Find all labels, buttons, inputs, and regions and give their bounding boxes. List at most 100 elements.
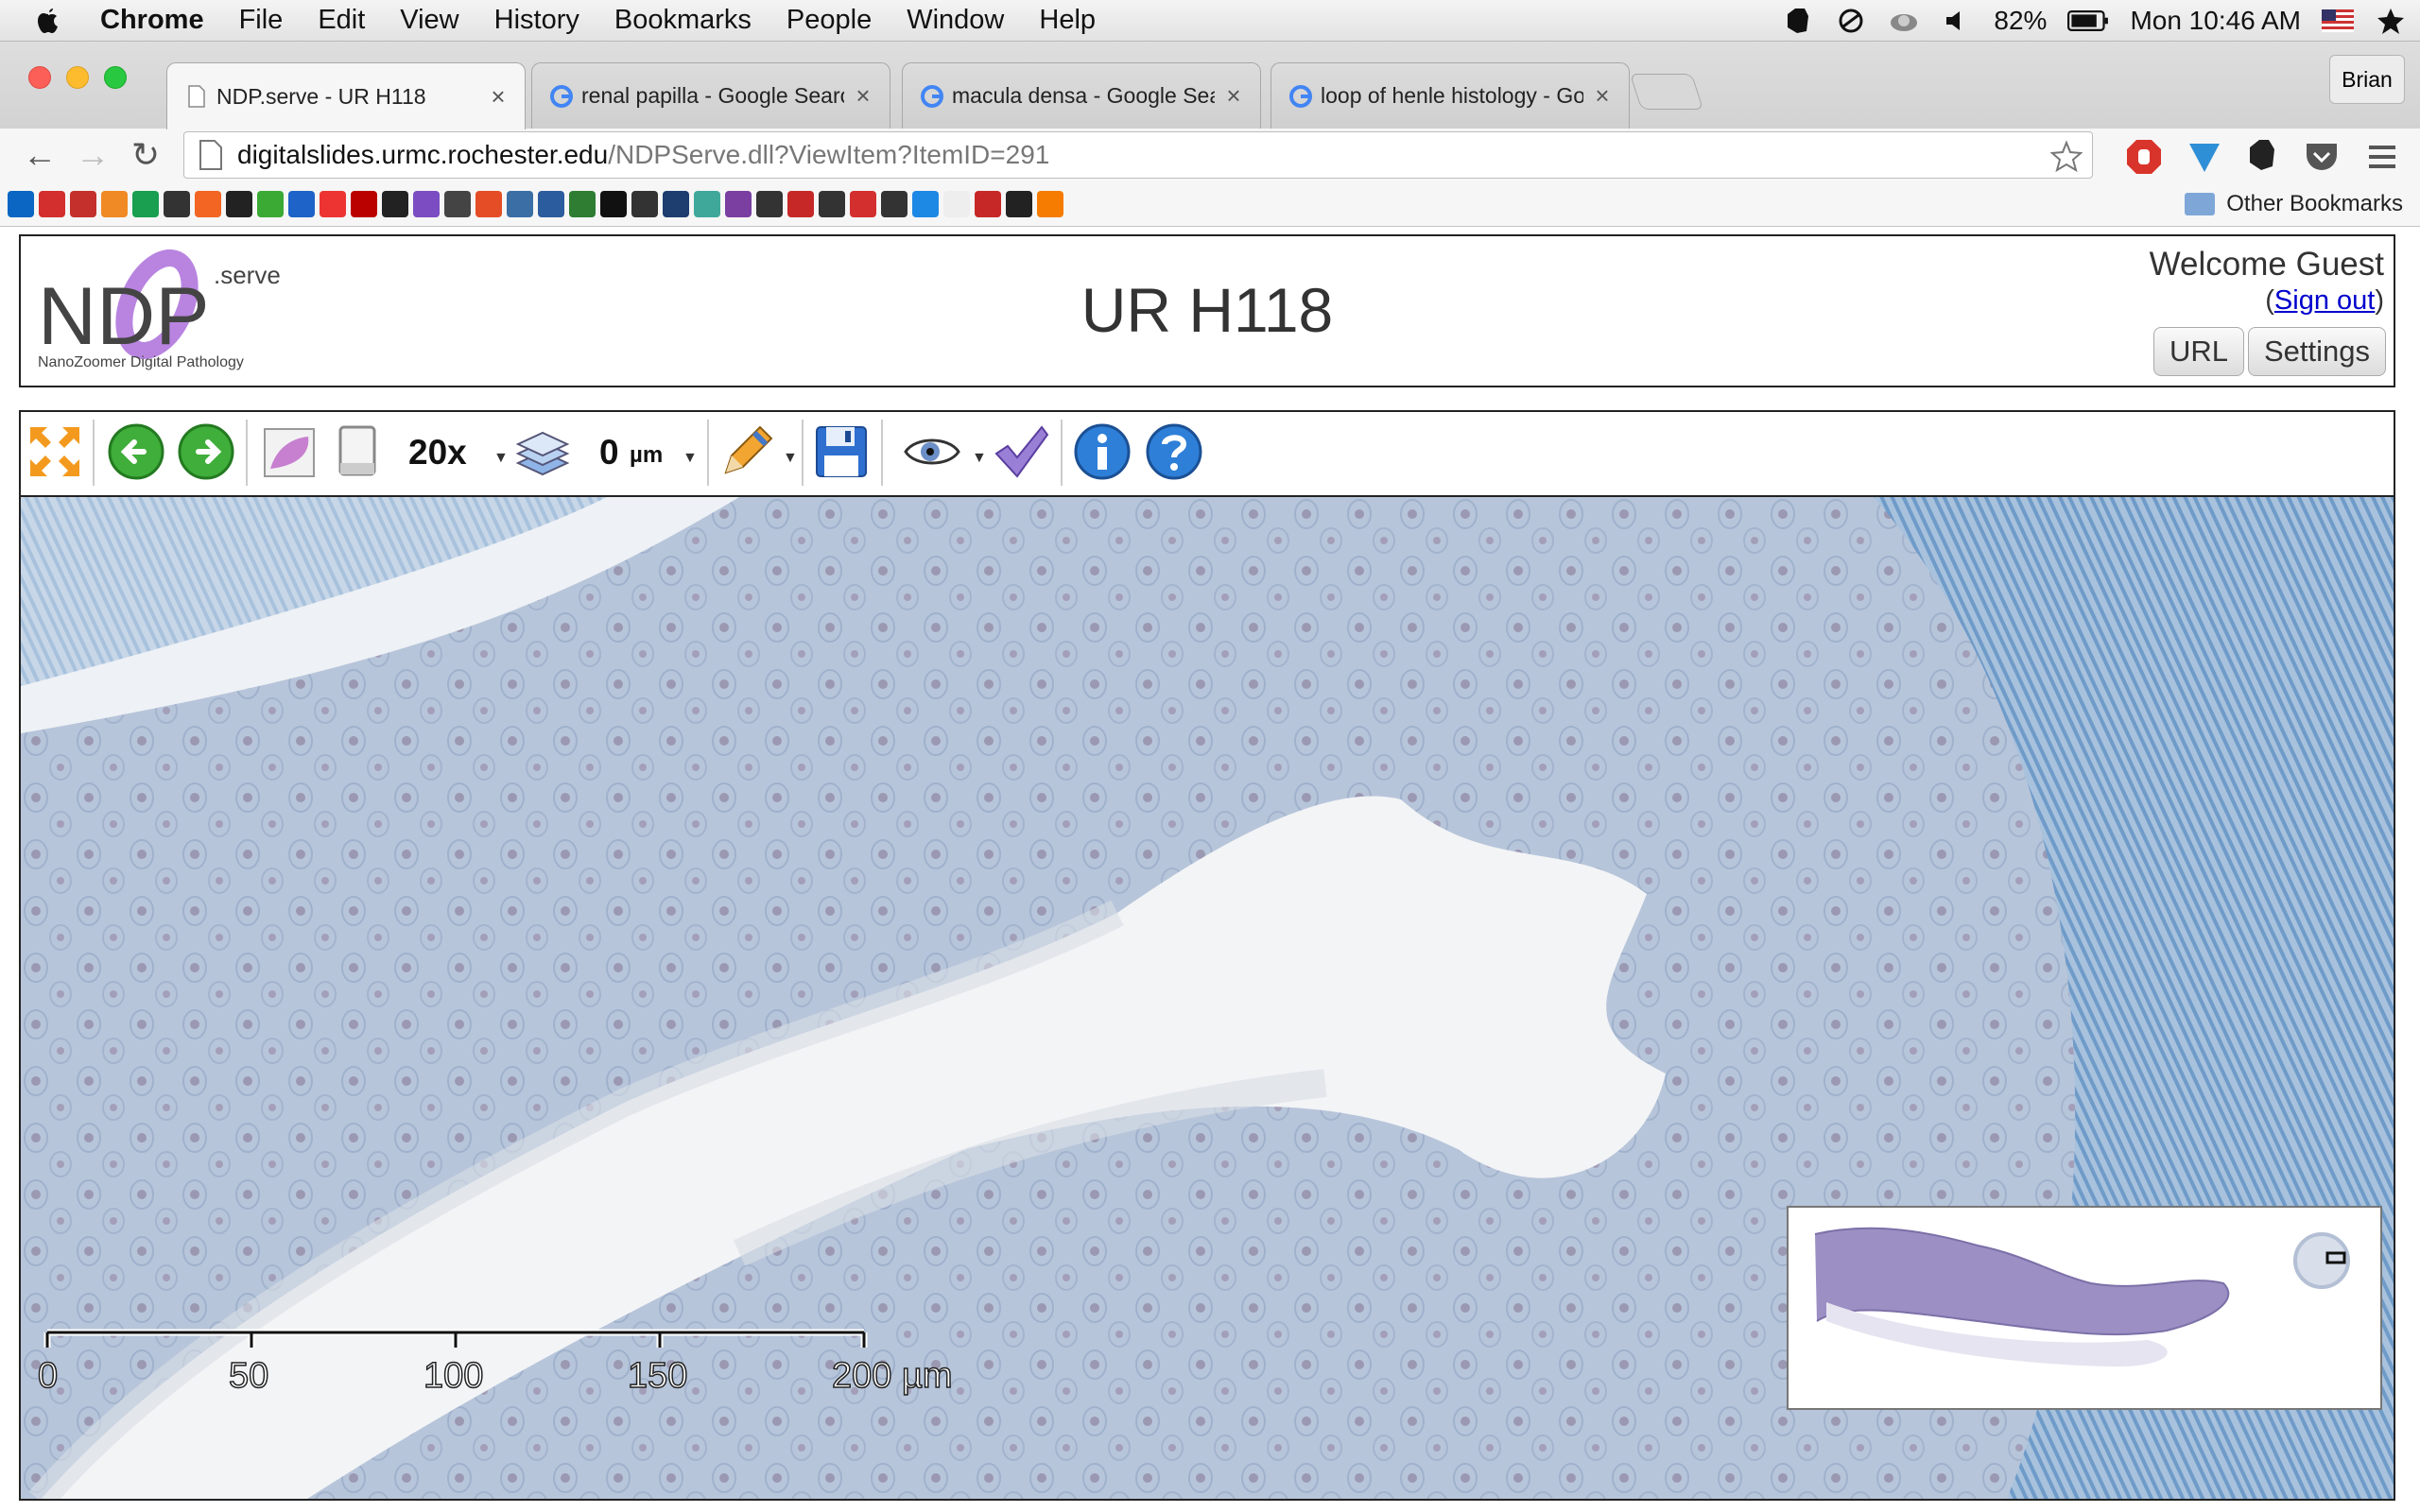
bookmark-stripes-icon[interactable] (70, 191, 96, 217)
bookmark-star-icon[interactable] (2050, 140, 2083, 172)
menu-view[interactable]: View (400, 5, 458, 36)
save-disk-icon[interactable] (811, 421, 872, 482)
pocket-icon[interactable] (2303, 138, 2341, 176)
close-tab-icon[interactable]: × (487, 82, 510, 112)
tab-title: macula densa - Google Search (952, 83, 1215, 108)
bookmark-bow-icon[interactable] (600, 191, 627, 217)
zoom-window-button[interactable] (104, 66, 127, 89)
minimize-window-button[interactable] (66, 66, 89, 89)
bookmark-u-green-icon[interactable] (257, 191, 284, 217)
url-button[interactable]: URL (2153, 327, 2244, 376)
close-tab-icon[interactable]: × (852, 81, 874, 111)
bookmark-y-combinator-icon[interactable] (195, 191, 221, 217)
chrome-menu-icon[interactable] (2363, 138, 2401, 176)
evernote-icon[interactable] (1782, 7, 1814, 35)
back-icon[interactable]: ← (19, 134, 60, 176)
us-flag-icon[interactable] (2322, 7, 2354, 35)
bookmark-dna-icon[interactable] (725, 191, 752, 217)
cloud-sync-icon[interactable] (1888, 7, 1920, 35)
bookmark-bar-red-icon[interactable] (787, 191, 814, 217)
slide-thumbnail-navigator[interactable] (1787, 1206, 2382, 1410)
bookmark-red-bars-icon[interactable] (39, 191, 65, 217)
bookmark-h-star-icon[interactable] (382, 191, 408, 217)
bookmark-blank-page-icon[interactable] (943, 191, 970, 217)
bookmark-grid-red-icon[interactable] (351, 191, 377, 217)
profile-button[interactable]: Brian (2329, 55, 2405, 104)
magnification-value[interactable]: 20x (408, 433, 467, 472)
reload-icon[interactable]: ↻ (125, 134, 166, 176)
checkmark-icon[interactable] (991, 421, 1051, 482)
bookmark-m-green-icon[interactable] (132, 191, 159, 217)
bookmark-eye-ball-icon[interactable] (881, 191, 908, 217)
bookmark-database-icon[interactable] (507, 191, 533, 217)
bookmark-h-blue-icon[interactable] (538, 191, 564, 217)
view-eye-icon[interactable] (902, 421, 962, 482)
bookmark-chart-green-icon[interactable] (569, 191, 596, 217)
menu-help[interactable]: Help (1039, 5, 1096, 36)
fullscreen-icon[interactable] (25, 421, 85, 482)
info-icon[interactable] (1072, 421, 1132, 482)
menu-history[interactable]: History (494, 5, 579, 36)
magnification-dropdown-icon[interactable]: ▼ (493, 450, 509, 467)
menu-people[interactable]: People (786, 5, 872, 36)
back-arrow-icon[interactable] (106, 421, 166, 482)
apple-icon[interactable] (34, 6, 62, 36)
bookmark-tomato-icon[interactable] (475, 191, 502, 217)
bookmark-zigzag-icon[interactable] (631, 191, 658, 217)
close-tab-icon[interactable]: × (1591, 81, 1614, 111)
bookmark-csharp-icon[interactable] (912, 191, 939, 217)
help-icon[interactable] (1144, 421, 1204, 482)
tab-renal-papilla[interactable]: renal papilla - Google Search × (531, 62, 890, 129)
tab-ndp-serve[interactable]: NDP.serve - UR H118 × (166, 62, 526, 129)
menu-app-name[interactable]: Chrome (100, 5, 204, 36)
bookmark-g-orange-icon[interactable] (101, 191, 128, 217)
bookmark-molecule-icon[interactable] (694, 191, 720, 217)
bookmark-cross-icon[interactable] (1006, 191, 1032, 217)
menu-edit[interactable]: Edit (318, 5, 365, 36)
bookmark-bu-red-icon[interactable] (975, 191, 1001, 217)
tab-loop-of-henle[interactable]: loop of henle histology - Google Search … (1270, 62, 1630, 129)
bookmark-bird-icon[interactable] (819, 191, 845, 217)
evernote-clipper-icon[interactable] (2244, 138, 2282, 176)
close-tab-icon[interactable]: × (1222, 81, 1245, 111)
focus-layers-icon[interactable] (512, 421, 573, 482)
menu-file[interactable]: File (239, 5, 284, 36)
vimium-icon[interactable] (2186, 138, 2223, 176)
battery-icon[interactable] (2067, 7, 2109, 35)
focus-dropdown-icon[interactable]: ▼ (683, 450, 698, 467)
bookmark-dots-icon[interactable] (413, 191, 440, 217)
tab-macula-densa[interactable]: macula densa - Google Search × (902, 62, 1261, 129)
adblock-icon[interactable] (2125, 138, 2163, 176)
forward-arrow-icon[interactable] (176, 421, 236, 482)
bookmark-app-press-icon[interactable] (444, 191, 471, 217)
bookmark-plus-blue-icon[interactable] (288, 191, 315, 217)
bookmark-linkedin-icon[interactable] (8, 191, 34, 217)
focus-value[interactable]: 0 (599, 433, 619, 472)
slide-preview-icon[interactable] (259, 421, 320, 482)
sign-out-link[interactable]: Sign out (2274, 285, 2375, 316)
forward-icon[interactable]: → (72, 134, 113, 176)
pencil-annotate-icon[interactable] (717, 421, 777, 482)
other-bookmarks[interactable]: Other Bookmarks (2185, 189, 2403, 219)
bookmark-it-red-icon[interactable] (850, 191, 876, 217)
bookmark-news-icon[interactable] (164, 191, 190, 217)
menu-bookmarks[interactable]: Bookmarks (614, 5, 752, 36)
bookmark-vb-icon[interactable] (226, 191, 252, 217)
clock[interactable]: Mon 10:46 AM (2130, 6, 2301, 36)
settings-button[interactable]: Settings (2248, 327, 2386, 376)
volume-icon[interactable] (1941, 7, 1973, 35)
close-window-button[interactable] (28, 66, 51, 89)
menu-window[interactable]: Window (907, 5, 1004, 36)
bookmark-octopus-icon[interactable] (663, 191, 689, 217)
view-dropdown-icon[interactable]: ▼ (972, 450, 987, 467)
paren-close: ) (2375, 285, 2384, 316)
slide-label-icon[interactable] (327, 421, 388, 482)
notification-star-icon[interactable] (2375, 7, 2407, 35)
address-bar[interactable]: digitalslides.urmc.rochester.edu/NDPServ… (183, 131, 2093, 179)
new-tab-button[interactable] (1629, 74, 1704, 110)
bookmark-pinwheel-icon[interactable] (320, 191, 346, 217)
bookmark-feather-icon[interactable] (756, 191, 783, 217)
bookmark-hexagon-orange-icon[interactable] (1037, 191, 1063, 217)
do-not-disturb-icon[interactable] (1835, 7, 1867, 35)
annotate-dropdown-icon[interactable]: ▼ (783, 450, 798, 467)
